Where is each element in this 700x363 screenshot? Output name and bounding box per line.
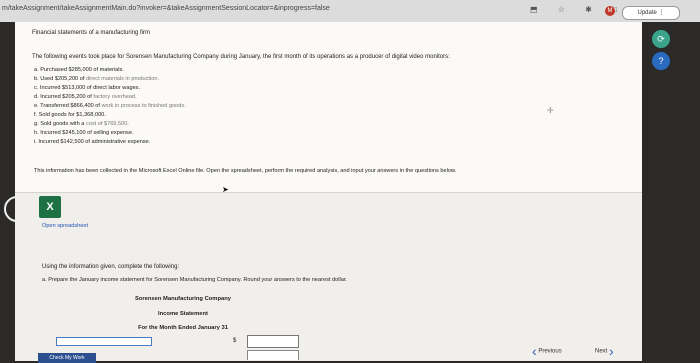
previous-button[interactable]: ‹ Previous <box>532 343 562 359</box>
help-icon[interactable]: ? <box>652 52 670 70</box>
list-item: i. Incurred $142,500 of administrative e… <box>34 139 151 145</box>
amount-input[interactable] <box>247 350 299 360</box>
previous-label: Previous <box>538 348 562 355</box>
question-intro: Using the information given, complete th… <box>42 264 180 270</box>
dollar-sign: $ <box>233 338 237 344</box>
list-item: g. Sold goods with a cost of $769,500. <box>34 121 129 127</box>
list-item: b. Used $205,200 of direct materials in … <box>34 76 160 82</box>
address-bar[interactable]: m/takeAssignment/takeAssignmentMain.do?i… <box>2 5 330 12</box>
side-app-icon[interactable]: ⟳ <box>652 30 670 48</box>
next-label: Next <box>595 348 608 355</box>
problem-heading: Financial statements of a manufacturing … <box>32 30 151 36</box>
question-a: a. Prepare the January income statement … <box>42 277 347 283</box>
list-item: a. Purchased $285,000 of materials. <box>34 67 124 73</box>
update-button[interactable]: Update ⋮ <box>622 6 680 20</box>
next-button[interactable]: Next › <box>595 343 614 359</box>
profile-avatar[interactable]: M <box>605 6 615 16</box>
statement-title: Income Statement <box>158 311 208 317</box>
excel-info-note: This information has been collected in t… <box>34 168 457 174</box>
list-item: c. Incurred $513,000 of direct labor wag… <box>34 85 141 91</box>
assignment-page: Financial statements of a manufacturing … <box>15 22 642 363</box>
problem-intro: The following events took place for Sore… <box>32 54 450 60</box>
list-item: h. Incurred $245,100 of selling expense. <box>34 130 134 136</box>
open-spreadsheet-link[interactable]: Open spreadsheet <box>42 223 88 229</box>
statement-company: Sorensen Manufacturing Company <box>135 296 231 302</box>
chevron-left-icon: ‹ <box>532 343 537 359</box>
crosshair-icon: ✛ <box>547 106 554 115</box>
chevron-right-icon: › <box>609 343 614 359</box>
list-item: e. Transferred $866,400 of work in proce… <box>34 103 186 109</box>
event-list: a. Purchased $285,000 of materials. b. U… <box>34 67 186 148</box>
list-item: f. Sold goods for $1,368,000. <box>34 112 106 118</box>
amount-input[interactable] <box>247 335 299 348</box>
browser-toolbar: m/takeAssignment/takeAssignmentMain.do?i… <box>0 0 700 22</box>
check-my-work-button[interactable]: Check My Work <box>38 353 96 363</box>
excel-icon[interactable]: X <box>39 196 61 218</box>
statement-period: For the Month Ended January 31 <box>138 325 228 331</box>
line-item-dropdown[interactable] <box>56 337 152 346</box>
mouse-pointer-icon: ➤ <box>222 185 229 194</box>
list-item: d. Incurred $205,200 of factory overhead… <box>34 94 137 100</box>
